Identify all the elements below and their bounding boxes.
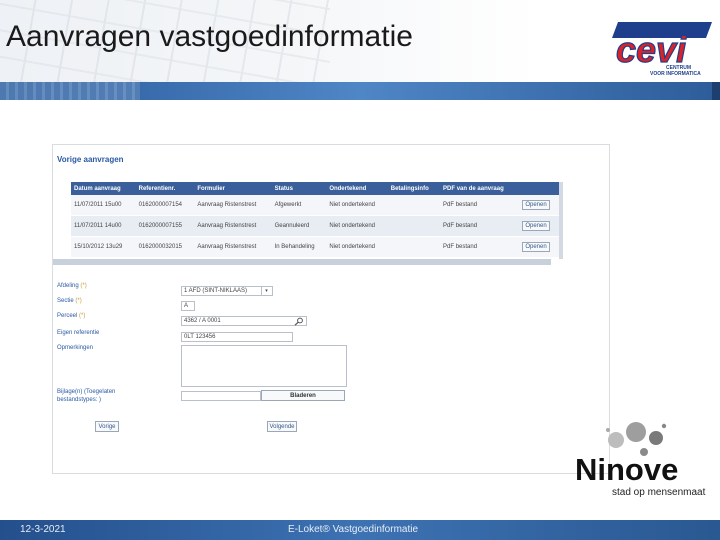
table-header-row: Datum aanvraag Referentienr. Formulier S…: [71, 182, 559, 195]
opmerkingen-label: Opmerkingen: [57, 345, 94, 351]
cell-form: Aanvraag Ristenstrest: [194, 195, 272, 216]
cevi-logo: cevi CENTRUM VOOR INFORMATICA: [612, 22, 712, 77]
embedded-screenshot: Vorige aanvragen Datum aanvraag Referent…: [52, 144, 610, 474]
cell-form: Aanvraag Ristenstrest: [194, 215, 272, 237]
sectie-input[interactable]: A: [181, 301, 195, 311]
slide-header: Aanvragen vastgoedinformatie cevi CENTRU…: [0, 0, 720, 82]
header-bar-pattern: [0, 82, 140, 100]
header-bar: [0, 82, 720, 100]
opmerkingen-textarea[interactable]: [181, 345, 347, 387]
table-row: 11/07/2011 14u00 0162000007155 Aanvraag …: [71, 215, 559, 237]
open-button[interactable]: Openen: [522, 221, 550, 231]
cell-action: Openen: [519, 195, 559, 216]
col-signed: Ondertekend: [326, 182, 388, 195]
table-horizontal-scrollbar[interactable]: [53, 259, 551, 265]
table-scrollbar[interactable]: [559, 182, 563, 259]
col-payment: Betalingsinfo: [387, 182, 441, 195]
cell-status: In Behandeling: [271, 236, 327, 258]
ninove-tagline: stad op mensenmaat: [612, 487, 706, 498]
cell-pdf[interactable]: PdF bestand: [440, 215, 520, 237]
header-bar-end: [712, 82, 720, 100]
footer-title: E-Loket® Vastgoedinformatie: [288, 524, 419, 535]
afdeling-select[interactable]: 1 AFD (SINT-NIKLAAS) ▾: [181, 286, 273, 296]
cell-signed: Niet ondertekend: [326, 236, 388, 258]
slide-title: Aanvragen vastgoedinformatie: [6, 20, 413, 53]
slide-footer: 12-3-2021 E-Loket® Vastgoedinformatie: [0, 520, 720, 540]
cell-signed: Niet ondertekend: [326, 215, 388, 237]
browse-button[interactable]: Bladeren: [261, 390, 345, 401]
ninove-logo-word: Ninove: [575, 452, 679, 487]
perceel-label: Perceel (*): [57, 313, 86, 319]
cell-date: 15/10/2012 13u29: [71, 236, 136, 258]
cell-action: Openen: [519, 236, 559, 258]
eigen-referentie-label: Eigen referentie: [57, 330, 100, 336]
cell-form: Aanvraag Ristenstrest: [194, 236, 272, 258]
cell-date: 11/07/2011 14u00: [71, 215, 136, 237]
col-form: Formulier: [194, 182, 272, 195]
search-icon[interactable]: [294, 317, 304, 326]
cell-payment: [387, 215, 441, 237]
eigen-referentie-input[interactable]: 0LT 123456: [181, 332, 293, 342]
cell-pdf[interactable]: PdF bestand: [440, 236, 520, 258]
bijlagen-label-types: bestandstypes: ): [57, 397, 102, 403]
cell-status: Afgewerkt: [271, 195, 327, 216]
cell-reference: 0162000007154: [135, 195, 195, 216]
col-status: Status: [271, 182, 327, 195]
afdeling-label: Afdeling (*): [57, 283, 87, 289]
cevi-logo-sub2: VOOR INFORMATICA: [650, 71, 701, 77]
footer-date: 12-3-2021: [20, 524, 66, 535]
file-path-input[interactable]: [181, 391, 261, 401]
cell-signed: Niet ondertekend: [326, 195, 388, 216]
col-reference: Referentienr.: [135, 182, 195, 195]
cell-date: 11/07/2011 15u00: [71, 195, 136, 216]
next-button[interactable]: Volgende: [267, 421, 297, 432]
col-pdf: PDF van de aanvraag: [440, 182, 520, 195]
bijlagen-label: Bijlage(n) (Toegelaten: [57, 389, 116, 395]
cell-pdf[interactable]: PdF bestand: [440, 195, 520, 216]
section-title: Vorige aanvragen: [57, 155, 124, 164]
table-row: 15/10/2012 13u29 0162000032015 Aanvraag …: [71, 236, 559, 258]
chevron-down-icon[interactable]: ▾: [261, 287, 271, 295]
cell-action: Openen: [519, 215, 559, 237]
requests-table: Datum aanvraag Referentienr. Formulier S…: [71, 182, 559, 258]
cell-reference: 0162000032015: [135, 236, 195, 258]
cell-payment: [387, 236, 441, 258]
table-row: 11/07/2011 15u00 0162000007154 Aanvraag …: [71, 195, 559, 216]
cell-reference: 0162000007155: [135, 215, 195, 237]
cevi-logo-letters: cevi: [616, 29, 687, 70]
prev-button[interactable]: Vorige: [95, 421, 119, 432]
cell-payment: [387, 195, 441, 216]
col-action: [519, 182, 559, 195]
perceel-input[interactable]: 4362 / A 0001: [181, 316, 307, 326]
open-button[interactable]: Openen: [522, 200, 550, 210]
open-button[interactable]: Openen: [522, 242, 550, 252]
col-date: Datum aanvraag: [71, 182, 136, 195]
sectie-label: Sectie (*): [57, 298, 82, 304]
cell-status: Geannuleerd: [271, 215, 327, 237]
